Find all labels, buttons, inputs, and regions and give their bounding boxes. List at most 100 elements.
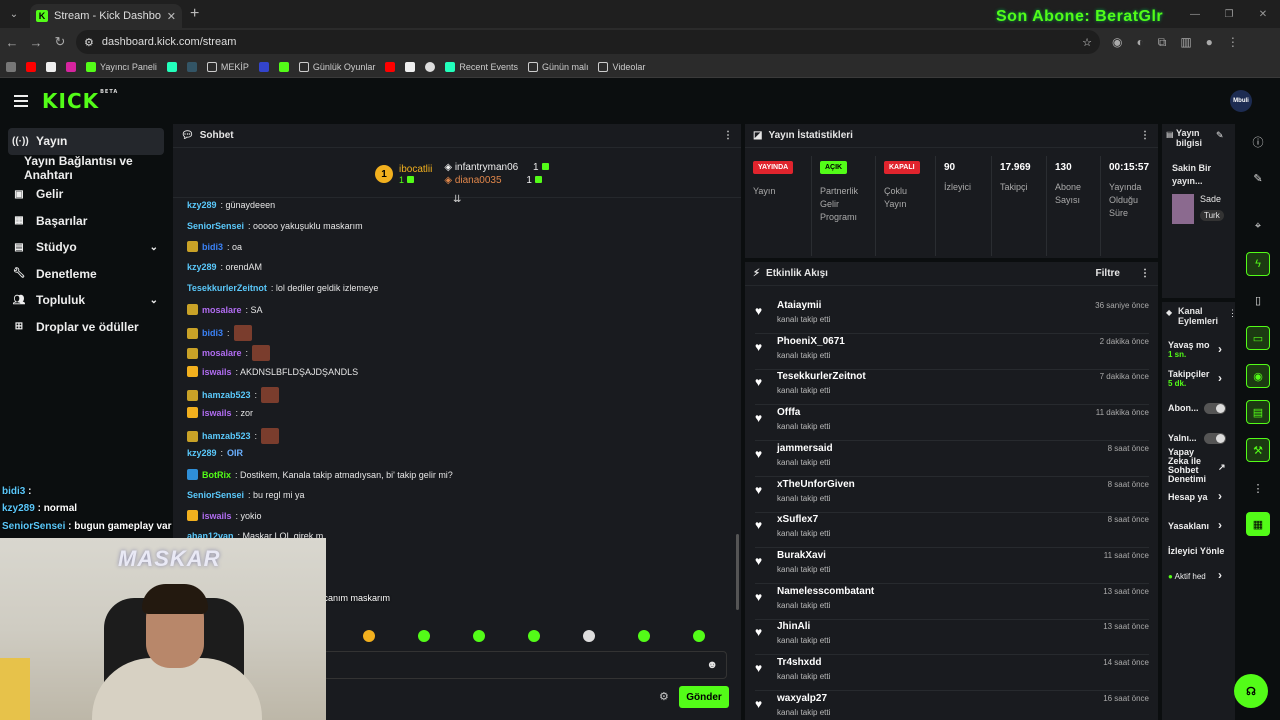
emote-icon[interactable] [693, 630, 705, 642]
site-info-icon[interactable]: ⚙ [84, 36, 94, 49]
chat-username[interactable]: hamzab523 [202, 431, 251, 441]
new-tab-icon[interactable]: + [190, 5, 199, 23]
follower-name[interactable]: jammersaid [777, 443, 833, 454]
chat-username[interactable]: mosalare [202, 348, 242, 358]
activity-item[interactable]: ♥ waxyalp27 kanalı takip etti 16 saat önce [755, 691, 1149, 720]
activity-item[interactable]: ♥ Offfa kanalı takip etti 11 dakika önce [755, 405, 1149, 442]
info-icon[interactable]: ⓘ [1246, 130, 1270, 154]
sidebar-item-studyo[interactable]: ▤ Stüdyo ⌄ [0, 234, 164, 261]
kick-icon[interactable] [278, 61, 289, 72]
ai-moderation-setting[interactable]: Yapay Zeka ile Sohbet Denetimi [1168, 448, 1216, 484]
chat-username[interactable]: kzy289 [187, 262, 217, 272]
side-panel-icon[interactable]: ▥ [1180, 35, 1191, 49]
chat-scrollbar[interactable] [736, 534, 739, 610]
slow-mode-setting[interactable]: Yavaş mo 1 sn. [1168, 340, 1210, 359]
bookmark-icon[interactable] [166, 61, 177, 72]
chat-username[interactable]: TesekkurlerZeitnot [187, 283, 267, 293]
more-options-icon[interactable]: ⋮ [1140, 130, 1150, 141]
bookmark-yayinci-paneli[interactable]: Yayıncı Paneli [86, 61, 157, 72]
sidebar-item-droplar[interactable]: ⊞ Droplar ve ödüller [0, 314, 164, 341]
more-options-icon[interactable]: ⋮ [723, 130, 733, 141]
follower-name[interactable]: Tr4shxdd [777, 657, 821, 668]
more-options-icon[interactable]: ⋮ [1140, 268, 1150, 279]
minimize-icon[interactable]: — [1178, 9, 1212, 20]
globe-icon[interactable] [425, 61, 436, 72]
activity-item[interactable]: ♥ TesekkurlerZeitnot kanalı takip etti 7 da… [755, 369, 1149, 406]
x-icon[interactable] [46, 61, 56, 72]
chat-username[interactable]: BotRix [202, 470, 231, 480]
chat-username[interactable]: bidi3 [202, 328, 223, 338]
active-target-setting[interactable]: ● Aktif hed [1168, 572, 1206, 581]
subs-only-toggle[interactable] [1204, 403, 1226, 414]
sidebar-item-stream-key[interactable]: Yayın Bağlantısı ve Anahtarı [0, 154, 164, 182]
chevron-right-icon[interactable]: › [1218, 568, 1222, 582]
sidebar-item-yayin[interactable]: ((·)) Yayın [8, 128, 164, 155]
follower-name[interactable]: JhinAli [777, 621, 810, 632]
browser-tab[interactable]: K Stream - Kick Dashboard ✕ [30, 4, 182, 28]
url-field[interactable]: ⚙ dashboard.kick.com/stream ☆ [76, 30, 1100, 54]
document-icon[interactable]: ▯ [1246, 288, 1270, 312]
chat-settings-gear-icon[interactable]: ⚙ [659, 690, 669, 703]
activity-item[interactable]: ♥ xTheUnforGiven kanalı takip etti 8 saat ö… [755, 477, 1149, 513]
activity-item[interactable]: ♥ PhoeniX_0671 kanalı takip etti 2 dakika ö… [755, 334, 1149, 370]
follower-name[interactable]: xSuflex7 [777, 514, 818, 525]
send-button[interactable]: Gönder [679, 686, 729, 708]
chevron-right-icon[interactable]: › [1218, 518, 1222, 532]
sidebar-item-topluluk[interactable]: 👥︎ Topluluk ⌄ [0, 287, 164, 314]
activity-item[interactable]: ♥ Ataiaymii kanalı takip etti 36 saniye önc… [755, 298, 1149, 334]
tab-search-icon[interactable]: ⌄ [4, 4, 24, 24]
banned-users-setting[interactable]: Yasaklanı [1168, 521, 1209, 531]
wrench-icon[interactable]: ⚒ [1246, 438, 1270, 462]
account-setting[interactable]: Hesap ya [1168, 492, 1208, 502]
emote-icon[interactable] [583, 630, 595, 642]
chat-username[interactable]: mosalare [202, 305, 242, 315]
capture-icon[interactable]: ⌖ [1246, 214, 1270, 238]
stats-icon[interactable]: ▤ [1246, 400, 1270, 424]
extension-icon[interactable]: ◐ [1136, 35, 1143, 49]
youtube-icon[interactable] [385, 61, 396, 72]
emote-icon[interactable] [418, 630, 430, 642]
subs-only-setting[interactable]: Abon... [1168, 403, 1199, 413]
maximize-icon[interactable]: ❐ [1212, 9, 1246, 20]
activity-item[interactable]: ♥ xSuflex7 kanalı takip etti 8 saat önce [755, 512, 1149, 549]
edit-icon[interactable]: ✎ [1246, 166, 1270, 190]
sidebar-item-gelir[interactable]: ▣ Gelir [0, 181, 164, 208]
bookmark-gunun-mali[interactable]: Günün malı [527, 61, 588, 72]
chat-username[interactable]: iswails [202, 408, 232, 418]
activity-item[interactable]: ♥ Tr4shxdd kanalı takip etti 14 saat önce [755, 655, 1149, 691]
follower-name[interactable]: BurakXavi [777, 550, 826, 561]
follower-name[interactable]: Offfa [777, 407, 800, 418]
sidebar-item-denetleme[interactable]: 🔧︎ Denetleme [0, 261, 164, 288]
chat-username[interactable]: kzy289 [187, 448, 217, 458]
edit-icon[interactable]: ✎ [1216, 130, 1224, 141]
chat-username[interactable]: SeniorSensei [187, 221, 244, 231]
broadcast-icon[interactable]: ◉ [1246, 364, 1270, 388]
viewer-redirect-setting[interactable]: İzleyici Yönle [1168, 546, 1224, 556]
bookmark-recent-events[interactable]: Recent Events [445, 61, 518, 72]
menu-dots-icon[interactable]: ⋮ [1227, 35, 1239, 49]
chevron-right-icon[interactable]: › [1218, 371, 1222, 385]
filter-button[interactable]: Filtre [1096, 268, 1120, 279]
puzzle-icon[interactable]: ⧉ [1158, 35, 1167, 50]
chat-username[interactable]: bidi3 [202, 242, 223, 252]
activity-item[interactable]: ♥ BurakXavi kanalı takip etti 11 saat önce [755, 548, 1149, 584]
emote-icon[interactable] [638, 630, 650, 642]
activity-item[interactable]: ♥ jammersaid kanalı takip etti 8 saat önce [755, 441, 1149, 477]
profile-icon[interactable]: ● [1206, 35, 1213, 49]
instagram-icon[interactable] [66, 61, 76, 72]
help-headset-icon[interactable]: ☊ [1234, 674, 1268, 708]
bookmark-star-icon[interactable]: ☆ [1082, 36, 1092, 49]
chevron-right-icon[interactable]: › [1218, 489, 1222, 503]
chat-username[interactable]: SeniorSensei [187, 490, 244, 500]
more-vertical-icon[interactable]: ⋮ [1246, 476, 1270, 500]
reload-icon[interactable]: ↻ [48, 34, 72, 50]
bookmark-icon[interactable] [258, 61, 269, 72]
external-link-icon[interactable]: ↗ [1218, 462, 1226, 473]
emoji-picker-icon[interactable]: ☻ [706, 659, 718, 671]
activity-item[interactable]: ♥ JhinAli kanalı takip etti 13 saat önce [755, 619, 1149, 656]
user-avatar[interactable]: Mbuli [1230, 90, 1252, 112]
close-window-icon[interactable]: ✕ [1246, 9, 1280, 20]
follower-name[interactable]: Namelesscombatant [777, 586, 874, 597]
emote-only-setting[interactable]: Yalnı... [1168, 433, 1197, 443]
extension-icon[interactable]: ◉ [1112, 35, 1122, 49]
